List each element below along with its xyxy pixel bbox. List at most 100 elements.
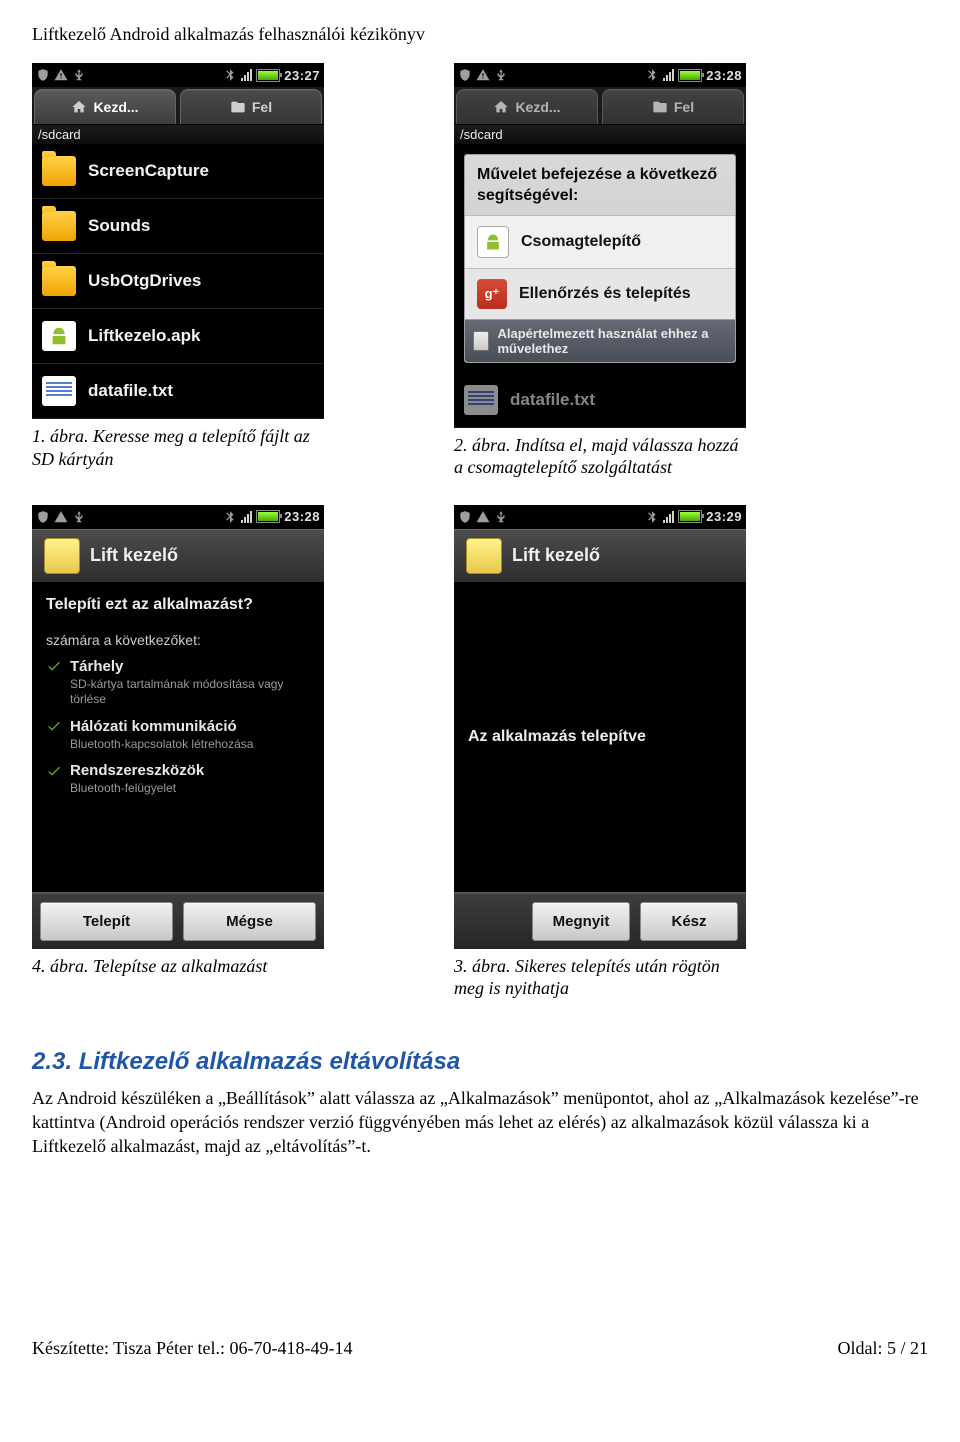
checkbox-label: Alapértelmezett használat ehhez a művele… (497, 326, 727, 356)
file-name: ScreenCapture (88, 161, 209, 181)
figure-caption: 3. ábra. Sikeres telepítés után rögtön m… (454, 955, 746, 1000)
text-file-icon (464, 385, 498, 415)
installer-body: Az alkalmazás telepítve (454, 582, 746, 892)
install-button[interactable]: Telepít (40, 902, 173, 941)
done-button[interactable]: Kész (640, 902, 738, 941)
screenshot-1-column: 23:27 Kezd... Fel /sdcard ScreenCapture … (32, 63, 324, 499)
shield-icon (36, 68, 50, 82)
folder-icon (42, 266, 76, 296)
status-bar: 23:27 (32, 63, 324, 87)
bluetooth-icon (223, 510, 237, 524)
tab-up-label: Fel (674, 99, 694, 115)
status-bar: 23:28 (454, 63, 746, 87)
usb-icon (72, 510, 86, 524)
list-item[interactable]: Liftkezelo.apk (32, 309, 324, 364)
document-header: Liftkezelő Android alkalmazás felhasznál… (32, 24, 928, 45)
figure-caption: 4. ábra. Telepítse az alkalmazást (32, 955, 324, 978)
list-item[interactable]: datafile.txt (32, 364, 324, 419)
signal-icon (241, 511, 252, 523)
permission-name: Rendszereszközök (70, 762, 204, 779)
signal-icon (241, 69, 252, 81)
app-icon (466, 538, 502, 574)
section-number: 2.3. (32, 1048, 72, 1075)
warning-icon (476, 68, 490, 82)
check-icon (46, 658, 62, 674)
file-name: Sounds (88, 216, 150, 236)
list-item[interactable]: UsbOtgDrives (32, 254, 324, 309)
tab-up[interactable]: Fel (180, 89, 322, 124)
file-name: Liftkezelo.apk (88, 326, 200, 346)
install-question: Telepíti ezt az alkalmazást? (46, 596, 310, 614)
dialog-option-verify-install[interactable]: g⁺ Ellenőrzés és telepítés (465, 268, 735, 319)
section-body: Az Android készüléken a „Beállítások” al… (32, 1086, 928, 1159)
dialog-option-label: Ellenőrzés és telepítés (519, 285, 691, 303)
list-item[interactable]: Sounds (32, 199, 324, 254)
check-icon (46, 763, 62, 779)
bluetooth-icon (645, 510, 659, 524)
usb-icon (494, 68, 508, 82)
usb-icon (72, 68, 86, 82)
shield-icon (458, 510, 472, 524)
battery-icon (256, 69, 280, 82)
dim-background: Művelet befejezése a következő segítségé… (454, 154, 746, 428)
footer-author: Készítette: Tisza Péter tel.: 06-70-418-… (32, 1338, 352, 1359)
section-title: Liftkezelő alkalmazás eltávolítása (79, 1048, 461, 1075)
figure-caption: 2. ábra. Indítsa el, majd válassza hozzá… (454, 434, 746, 479)
phone-frame: 23:29 Lift kezelő Az alkalmazás telepítv… (454, 505, 746, 949)
warning-icon (476, 510, 490, 524)
dialog-option-package-installer[interactable]: Csomagtelepítő (465, 215, 735, 268)
tab-home: Kezd... (456, 89, 598, 124)
tab-home-label: Kezd... (93, 99, 138, 115)
permission-desc: Bluetooth-kapcsolatok létrehozása (70, 737, 310, 753)
home-icon (71, 99, 87, 115)
open-button[interactable]: Megnyit (532, 902, 630, 941)
status-time: 23:27 (284, 68, 320, 83)
installer-buttons: Megnyit Kész (454, 892, 746, 949)
screenshot-4-column: 23:29 Lift kezelő Az alkalmazás telepítv… (454, 505, 746, 1020)
warning-icon (54, 510, 68, 524)
path-bar: /sdcard (454, 124, 746, 144)
installer-title-bar: Lift kezelő (32, 529, 324, 582)
path-bar: /sdcard (32, 124, 324, 144)
battery-icon (678, 510, 702, 523)
app-icon (44, 538, 80, 574)
cancel-button[interactable]: Mégse (183, 902, 316, 941)
permission-name: Tárhely (70, 658, 123, 675)
package-installer-icon (477, 226, 509, 258)
file-name: datafile.txt (510, 390, 595, 410)
bluetooth-icon (223, 68, 237, 82)
permission-item: Tárhely SD-kártya tartalmának módosítása… (46, 658, 310, 708)
tab-bar: Kezd... Fel (454, 87, 746, 124)
screenshot-row-1: 23:27 Kezd... Fel /sdcard ScreenCapture … (32, 63, 928, 499)
figure-caption: 1. ábra. Keresse meg a telepítő fájlt az… (32, 425, 324, 470)
section-heading: 2.3. Liftkezelő alkalmazás eltávolítása (32, 1048, 928, 1076)
folder-up-icon (230, 99, 246, 115)
list-item: datafile.txt (454, 373, 746, 428)
list-item[interactable]: ScreenCapture (32, 144, 324, 199)
file-name: datafile.txt (88, 381, 173, 401)
warning-icon (54, 68, 68, 82)
default-action-checkbox-row[interactable]: Alapértelmezett használat ehhez a művele… (473, 326, 727, 356)
installer-screen: Lift kezelő Az alkalmazás telepítve Megn… (454, 529, 746, 949)
folder-icon (42, 156, 76, 186)
home-icon (493, 99, 509, 115)
tab-home[interactable]: Kezd... (34, 89, 176, 124)
battery-icon (678, 69, 702, 82)
signal-icon (663, 69, 674, 81)
installer-buttons: Telepít Mégse (32, 892, 324, 949)
apk-icon (42, 321, 76, 351)
shield-icon (458, 68, 472, 82)
page-footer: Készítette: Tisza Péter tel.: 06-70-418-… (32, 1338, 928, 1359)
status-time: 23:28 (284, 509, 320, 524)
installer-title: Lift kezelő (512, 545, 600, 566)
shield-icon (36, 510, 50, 524)
status-bar: 23:29 (454, 505, 746, 529)
installer-screen: Lift kezelő Telepíti ezt az alkalmazást?… (32, 529, 324, 949)
dialog-footer: Alapértelmezett használat ehhez a művele… (465, 319, 735, 362)
dialog-option-label: Csomagtelepítő (521, 233, 641, 251)
tab-bar: Kezd... Fel (32, 87, 324, 124)
tab-home-label: Kezd... (515, 99, 560, 115)
install-done-message: Az alkalmazás telepítve (468, 728, 646, 746)
install-subtitle: számára a következőket: (46, 632, 310, 648)
installer-body: Telepíti ezt az alkalmazást? számára a k… (32, 582, 324, 892)
